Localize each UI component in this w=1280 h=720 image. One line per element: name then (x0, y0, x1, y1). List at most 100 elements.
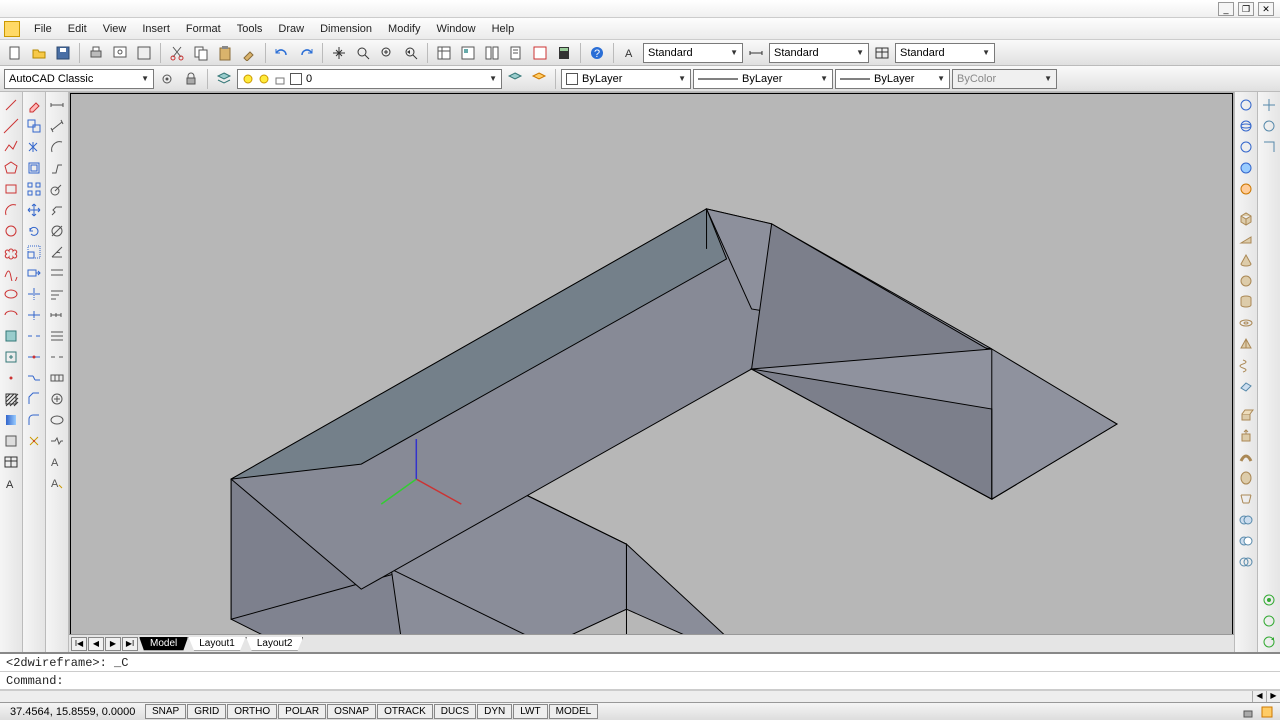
paste-button[interactable] (214, 42, 236, 64)
free-orbit-button[interactable] (1259, 610, 1280, 631)
loft-button[interactable] (1236, 488, 1257, 509)
dim-arc-button[interactable] (47, 136, 68, 157)
dim-tedit-button[interactable]: A (47, 472, 68, 493)
command-window[interactable]: <2dwireframe>: _C Command: ◀▶ (0, 652, 1280, 702)
break-point-button[interactable] (24, 346, 45, 367)
gradient-button[interactable] (1, 409, 22, 430)
move-button[interactable] (24, 199, 45, 220)
menu-draw[interactable]: Draw (270, 20, 312, 38)
sweep-button[interactable] (1236, 446, 1257, 467)
line-button[interactable] (1, 94, 22, 115)
revcloud-button[interactable] (1, 241, 22, 262)
calc-button[interactable] (553, 42, 575, 64)
lineweight-dropdown[interactable]: ByLayer▼ (835, 69, 950, 89)
tab-prev-button[interactable]: ◀ (88, 637, 104, 651)
dim-jogged-button[interactable] (47, 199, 68, 220)
3dmove-button[interactable] (1259, 94, 1280, 115)
vs-realistic-button[interactable] (1236, 157, 1257, 178)
extrude-button[interactable] (1236, 404, 1257, 425)
region-button[interactable] (1, 430, 22, 451)
plot-preview-button[interactable] (109, 42, 131, 64)
xline-button[interactable] (1, 115, 22, 136)
menu-format[interactable]: Format (178, 20, 229, 38)
open-button[interactable] (28, 42, 50, 64)
intersect-button[interactable] (1236, 551, 1257, 572)
mtext-button[interactable]: A (1, 472, 22, 493)
linetype-dropdown[interactable]: ByLayer▼ (693, 69, 833, 89)
menu-tools[interactable]: Tools (229, 20, 271, 38)
orbit-button[interactable] (1259, 589, 1280, 610)
3dalign-button[interactable] (1259, 136, 1280, 157)
minimize-button[interactable]: _ (1218, 2, 1234, 16)
copy-button[interactable] (190, 42, 212, 64)
restore-button[interactable]: ❐ (1238, 2, 1254, 16)
pyramid-button[interactable] (1236, 333, 1257, 354)
spline-button[interactable] (1, 262, 22, 283)
properties-button[interactable] (433, 42, 455, 64)
ellipse-arc-button[interactable] (1, 304, 22, 325)
dim-inspect-button[interactable] (47, 409, 68, 430)
dim-diameter-button[interactable] (47, 220, 68, 241)
toggle-osnap[interactable]: OSNAP (327, 704, 376, 719)
offset-button[interactable] (24, 157, 45, 178)
zoom-realtime-button[interactable] (352, 42, 374, 64)
layer-dropdown[interactable]: 0 ▼ (237, 69, 502, 89)
match-props-button[interactable] (238, 42, 260, 64)
toggle-dyn[interactable]: DYN (477, 704, 512, 719)
tolerance-button[interactable] (47, 367, 68, 388)
menu-insert[interactable]: Insert (134, 20, 178, 38)
close-button[interactable]: ✕ (1258, 2, 1274, 16)
menu-dimension[interactable]: Dimension (312, 20, 380, 38)
vs-3dwire-button[interactable] (1236, 115, 1257, 136)
presspull-button[interactable] (1236, 425, 1257, 446)
zoom-previous-button[interactable] (400, 42, 422, 64)
command-scrollbar[interactable]: ◀▶ (0, 690, 1280, 702)
circle-button[interactable] (1, 220, 22, 241)
tab-first-button[interactable]: I◀ (71, 637, 87, 651)
plotstyle-dropdown[interactable]: ByColor▼ (952, 69, 1057, 89)
dim-baseline-button[interactable] (47, 283, 68, 304)
toggle-model[interactable]: MODEL (549, 704, 599, 719)
rotate-button[interactable] (24, 220, 45, 241)
menu-modify[interactable]: Modify (380, 20, 428, 38)
toggle-grid[interactable]: GRID (187, 704, 226, 719)
workspace-settings-button[interactable] (156, 68, 178, 90)
tab-last-button[interactable]: ▶I (122, 637, 138, 651)
dim-jogline-button[interactable] (47, 430, 68, 451)
markup-button[interactable] (529, 42, 551, 64)
toggle-ducs[interactable]: DUCS (434, 704, 476, 719)
layer-states-button[interactable] (528, 68, 550, 90)
cut-button[interactable] (166, 42, 188, 64)
rectangle-button[interactable] (1, 178, 22, 199)
explode-button[interactable] (24, 430, 45, 451)
publish-button[interactable] (133, 42, 155, 64)
chamfer-button[interactable] (24, 388, 45, 409)
dim-aligned-button[interactable] (47, 115, 68, 136)
polygon-button[interactable] (1, 157, 22, 178)
erase-button[interactable] (24, 94, 45, 115)
3drotate-button[interactable] (1259, 115, 1280, 136)
help-button[interactable]: ? (586, 42, 608, 64)
table-style-dropdown[interactable]: Standard▼ (895, 43, 995, 63)
tool-palettes-button[interactable] (481, 42, 503, 64)
toggle-lwt[interactable]: LWT (513, 704, 547, 719)
table-button[interactable] (1, 451, 22, 472)
new-button[interactable] (4, 42, 26, 64)
dim-quick-button[interactable] (47, 262, 68, 283)
dim-angular-button[interactable] (47, 241, 68, 262)
array-button[interactable] (24, 178, 45, 199)
wedge-button[interactable] (1236, 228, 1257, 249)
revolve-button[interactable] (1236, 467, 1257, 488)
copy-obj-button[interactable] (24, 115, 45, 136)
text-style-dropdown[interactable]: Standard▼ (643, 43, 743, 63)
union-button[interactable] (1236, 509, 1257, 530)
toggle-snap[interactable]: SNAP (145, 704, 186, 719)
dim-continue-button[interactable] (47, 304, 68, 325)
plot-button[interactable] (85, 42, 107, 64)
command-prompt[interactable]: Command: (0, 672, 1280, 690)
hatch-button[interactable] (1, 388, 22, 409)
pan-button[interactable] (328, 42, 350, 64)
trim-button[interactable] (24, 283, 45, 304)
tab-next-button[interactable]: ▶ (105, 637, 121, 651)
dim-break-button[interactable] (47, 346, 68, 367)
